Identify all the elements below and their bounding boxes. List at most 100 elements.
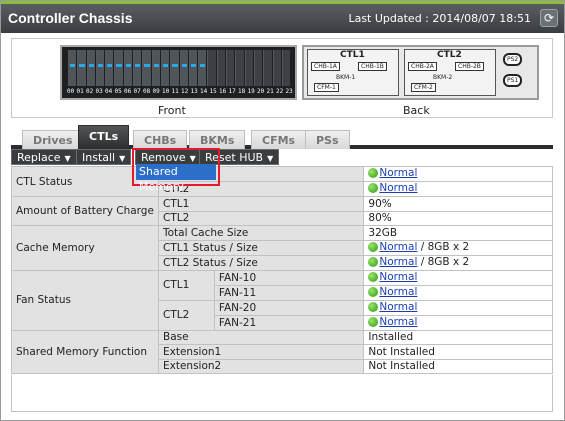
fan-21-status-link[interactable]: Normal [379,316,417,328]
drive-slot[interactable] [253,50,263,86]
chevron-down-icon: ▼ [267,154,274,163]
tab-bkms[interactable]: BKMs [189,130,246,149]
action-toolbar: Replace ▼ Install ▼ Remove ▼ Reset HUB ▼ [11,149,553,165]
drive-slot[interactable] [105,50,114,86]
tab-chbs[interactable]: CHBs [133,130,188,149]
drive-slot[interactable] [77,50,86,86]
drive-slot[interactable] [263,50,272,86]
status-ok-icon [368,316,379,327]
chassis-panel: 00 01 02 03 04 05 06 07 08 09 10 11 12 13 14 15 16 17 18 19… [11,38,553,118]
drive-slot[interactable] [207,50,216,86]
slot-number: 01 [76,88,84,95]
slot-number: 15 [209,88,217,95]
ctl1-module[interactable]: CTL1 CHB-1A CHB-1B BKM-1 CFM-1 [307,49,399,96]
slot-number: 03 [95,88,103,95]
fan-20-status-link[interactable]: Normal [379,301,417,313]
refresh-icon[interactable]: ⟳ [540,9,558,27]
menu-item-shared-memory[interactable]: Shared Memory [136,164,216,193]
chb-2a: CHB-2A [408,62,437,71]
drive-slot[interactable] [272,50,281,86]
install-button[interactable]: Install ▼ [76,149,132,165]
cache-ctl1-status-link[interactable]: Normal [379,241,417,253]
ctl2-name: CTL2 [437,50,462,60]
drive-slot[interactable] [160,50,170,86]
slot-number: 10 [162,88,170,95]
slot-number: 21 [266,88,274,95]
controller-chassis-window: Controller Chassis Last Updated : 2014/0… [0,0,565,421]
chb-2b: CHB-2B [455,62,484,71]
chassis-front-image[interactable]: 00 01 02 03 04 05 06 07 08 09 10 11 12 13 14 15 16 17 18 19… [60,45,297,100]
drive-slot[interactable] [235,50,244,86]
slot-number: 19 [247,88,255,95]
drive-slot[interactable] [68,50,77,86]
slot-number: 12 [181,88,189,95]
replace-button[interactable]: Replace ▼ [11,149,77,165]
drive-slot[interactable] [216,50,226,86]
last-updated: Last Updated : 2014/08/07 18:51 [348,12,531,25]
ctl-details-table: CTL Status CTL1 Normal CTL2 Normal Amoun… [11,166,553,374]
status-ok-icon [368,256,379,267]
drive-slot[interactable] [179,50,188,86]
drive-slot[interactable] [244,50,253,86]
slot-number: 06 [124,88,132,95]
slot-number: 22 [276,88,284,95]
drive-slot[interactable] [123,50,133,86]
drive-slot[interactable] [86,50,95,86]
fan-10-status-link[interactable]: Normal [379,271,417,283]
ps2: PS2 [503,53,523,66]
chb-1a: CHB-1A [311,62,340,71]
chevron-down-icon: ▼ [119,154,126,163]
slot-number: 17 [228,88,236,95]
title-bar: Controller Chassis Last Updated : 2014/0… [1,1,564,33]
tab-cfms[interactable]: CFMs [251,130,307,149]
slot-number: 09 [152,88,160,95]
slot-number: 00 [67,88,75,95]
slot-number: 08 [143,88,151,95]
status-ok-icon [368,168,379,178]
drive-slot[interactable] [114,50,123,86]
drive-slot[interactable] [151,50,160,86]
tab-ctls[interactable]: CTLs [78,125,130,149]
window-title: Controller Chassis [8,10,133,26]
slot-number: 04 [105,88,113,95]
slot-numbers: 00 01 02 03 04 05 06 07 08 09 10 11 12 13 14 15 16 17 18 19… [67,88,293,95]
drive-slots [68,50,291,86]
drive-slot[interactable] [281,50,291,86]
ctl1-status-link[interactable]: Normal [379,167,417,179]
status-ok-icon [368,241,379,252]
slot-number: 11 [171,88,179,95]
table-row: Amount of Battery Charge CTL1 90% [11,196,553,226]
ps1: PS1 [503,74,523,87]
ctl2-status-link[interactable]: Normal [379,182,417,194]
cfm-1: CFM-1 [314,83,339,92]
fan-11-status-link[interactable]: Normal [379,286,417,298]
bkm-1: BKM-1 [336,74,356,81]
slot-number: 23 [285,88,293,95]
drive-slot[interactable] [198,50,207,86]
drive-slot[interactable] [188,50,198,86]
tab-drives[interactable]: Drives [22,130,84,149]
cfm-2: CFM-2 [411,83,436,92]
drive-slot[interactable] [133,50,142,86]
slot-number: 20 [257,88,265,95]
drive-slot[interactable] [142,50,151,86]
table-row: Fan Status CTL1 FAN-10 Normal [11,269,553,331]
table-row: Cache Memory Total Cache Size 32GB [11,225,553,271]
slot-number: 07 [133,88,141,95]
ctl2-module[interactable]: CTL2 CHB-2A CHB-2B BKM-2 CFM-2 [404,49,496,96]
ctl1-name: CTL1 [340,50,365,60]
cache-ctl2-status-link[interactable]: Normal [379,256,417,268]
drive-slot[interactable] [170,50,179,86]
bkm-2: BKM-2 [433,74,453,81]
drive-slot[interactable] [226,50,235,86]
drive-slot[interactable] [95,50,105,86]
status-ok-icon [368,183,379,193]
tab-pss[interactable]: PSs [305,130,350,149]
chassis-back-image[interactable]: CTL1 CHB-1A CHB-1B BKM-1 CFM-1 CTL2 CHB-… [302,45,539,100]
table-empty-area [11,375,553,412]
status-ok-icon [368,286,379,297]
slot-number: 14 [200,88,208,95]
chevron-down-icon: ▼ [64,154,71,163]
slot-number: 18 [238,88,246,95]
slot-number: 02 [86,88,94,95]
